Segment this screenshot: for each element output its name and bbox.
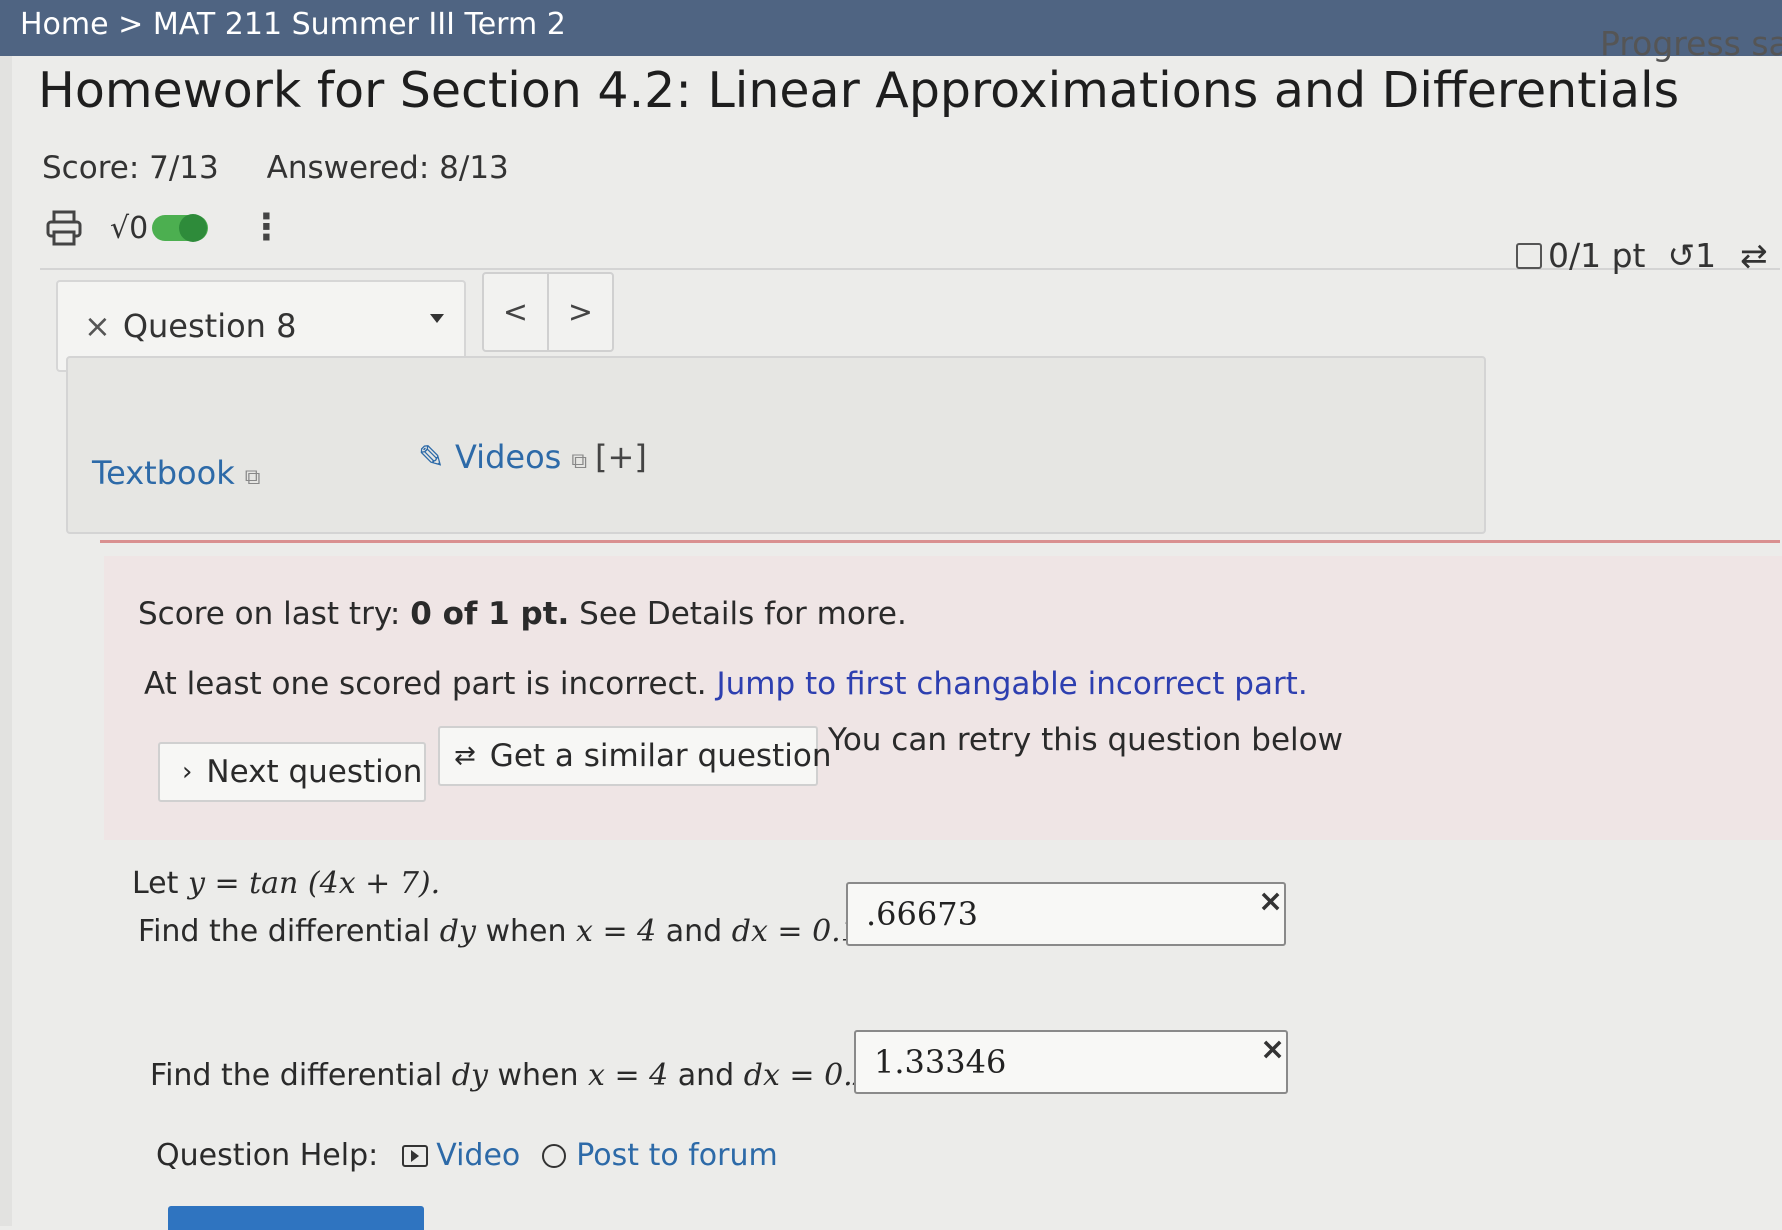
question-part-2: Find the differential dy when x = 4 and …: [150, 1058, 872, 1093]
page-title: Homework for Section 4.2: Linear Approxi…: [38, 62, 1680, 119]
retry-count: 1: [1695, 236, 1717, 275]
chevron-down-icon: [430, 314, 444, 323]
incorrect-mark-icon: ×: [1260, 1032, 1286, 1067]
answered-text: Answered: 8/13: [266, 150, 509, 186]
toolbar: √0 ⋮: [44, 204, 284, 252]
question-help-label: Question Help:: [156, 1138, 379, 1173]
external-link-icon: ⧉: [244, 465, 261, 490]
videos-link[interactable]: ✎ Videos ⧉ [+]: [418, 438, 647, 476]
answer-input-1[interactable]: .66673: [846, 882, 1286, 946]
prev-question-button[interactable]: <: [484, 274, 549, 350]
answer-input-2[interactable]: 1.33346: [854, 1030, 1288, 1094]
incorrect-notice: At least one scored part is incorrect. J…: [144, 666, 1308, 702]
textbook-label: Textbook: [92, 454, 235, 492]
question-help: Question Help: Video Post to forum: [156, 1138, 778, 1173]
video-icon: [402, 1144, 429, 1167]
similar-question-button[interactable]: ⇄ Get a similar question: [438, 726, 831, 786]
next-question-button[interactable]: › Next question: [158, 742, 426, 802]
print-icon[interactable]: [44, 208, 84, 248]
breadcrumb-separator: >: [118, 7, 144, 42]
similar-question-label: Get a similar question: [489, 738, 832, 774]
points-status: 0/1 pt ↺ 1 ⇄: [1516, 236, 1768, 275]
paperclip-icon: ✎: [418, 438, 445, 476]
external-link-icon: ⧉: [571, 449, 588, 474]
function-expression: y = tan (4x + 7).: [187, 866, 441, 901]
question-select-label: Question 8: [122, 307, 297, 345]
textbook-link[interactable]: Textbook ⧉: [92, 454, 260, 492]
question-nav: < >: [482, 272, 614, 352]
progress-status: Progress sa: [1600, 24, 1782, 63]
close-icon: ×: [84, 307, 111, 345]
expand-button[interactable]: [+]: [595, 438, 647, 476]
left-edge: [0, 56, 12, 1226]
jump-to-incorrect-link[interactable]: Jump to first changable incorrect part.: [716, 666, 1307, 702]
points-value: 0/1 pt: [1548, 236, 1646, 275]
incorrect-divider: [100, 540, 1780, 543]
question-statement: Let y = tan (4x + 7).: [132, 866, 441, 901]
chevron-right-icon: ›: [182, 757, 193, 787]
breadcrumb-course[interactable]: MAT 211 Summer III Term 2: [153, 7, 566, 42]
question-part-1: Find the differential dy when x = 4 and …: [138, 914, 860, 949]
score-text: Score: 7/13: [42, 150, 219, 186]
submit-question-button[interactable]: [168, 1206, 424, 1230]
breadcrumb: Home > MAT 211 Summer III Term 2: [0, 0, 1782, 56]
help-video-link[interactable]: Video: [436, 1138, 520, 1173]
more-options-icon[interactable]: ⋮: [248, 210, 284, 246]
math-entry-icon: √0: [110, 210, 149, 246]
breadcrumb-home[interactable]: Home: [20, 7, 109, 42]
retry-icon: ↺: [1667, 236, 1696, 275]
math-entry-toggle[interactable]: [152, 214, 209, 242]
checkbox-icon: [1516, 242, 1542, 269]
post-to-forum-link[interactable]: Post to forum: [576, 1138, 777, 1173]
last-try-score: Score on last try: 0 of 1 pt. See Detail…: [138, 596, 907, 632]
score-summary: Score: 7/13 Answered: 8/13: [42, 150, 509, 186]
similar-question-icon[interactable]: ⇄: [1740, 236, 1768, 275]
videos-label: Videos: [454, 438, 562, 476]
next-question-label: Next question: [206, 754, 423, 790]
incorrect-mark-icon: ×: [1258, 884, 1284, 919]
retry-message: You can retry this question below: [828, 722, 1343, 758]
next-question-arrow-button[interactable]: >: [549, 274, 612, 350]
resources-panel: [66, 356, 1486, 534]
forum-icon: [542, 1143, 567, 1168]
last-try-points: 0 of 1 pt.: [410, 596, 570, 632]
swap-icon: ⇄: [454, 741, 476, 771]
